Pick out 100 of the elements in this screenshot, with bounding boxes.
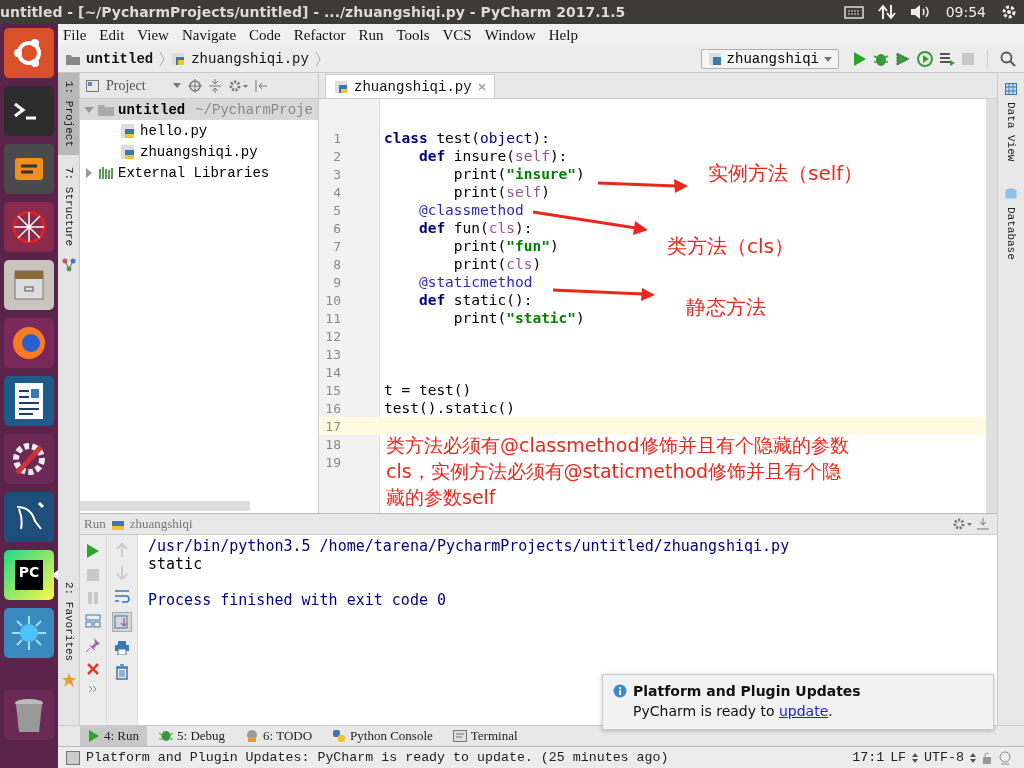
editor-icon[interactable] (4, 144, 54, 194)
tool-window-tab[interactable]: 5: Debug (151, 726, 234, 746)
search-icon[interactable] (1000, 51, 1016, 67)
expand-arrow-icon[interactable] (84, 104, 94, 115)
tree-item[interactable]: untitled (118, 101, 186, 118)
window-title: untitled - [~/PycharmProjects/untitled] - .../zhuangshiqi.py - PyCharm 2017.1.5 (0, 4, 626, 20)
side-tab[interactable]: 1: Project (58, 73, 79, 155)
side-tab[interactable]: Data View (1005, 98, 1017, 166)
editor-tab[interactable]: zhuangshiqi.py (325, 74, 495, 98)
python-file-icon (334, 79, 348, 94)
line-number: 12 (324, 328, 341, 344)
status-message[interactable]: Platform and Plugin Updates: PyCharm is ready to update. (25 minutes ago) (86, 750, 669, 765)
tools-icon[interactable] (4, 434, 54, 484)
menu-item[interactable]: VCS (442, 26, 472, 44)
side-tab[interactable]: Database (1005, 203, 1017, 265)
hierarchy-icon[interactable] (61, 258, 76, 273)
splash-icon[interactable] (4, 608, 54, 658)
code-line: def static(): (417, 292, 533, 308)
menu-item[interactable]: Refactor (293, 26, 346, 44)
file-encoding[interactable]: UTF-8 (924, 750, 964, 765)
bug-icon[interactable] (873, 51, 889, 67)
tool-window-tab[interactable]: 6: TODO (237, 726, 321, 746)
lock-icon[interactable] (982, 751, 992, 764)
menu-item[interactable]: Run (358, 26, 384, 44)
panel-title[interactable]: Project (106, 77, 146, 94)
tree-item[interactable]: hello.py (140, 122, 208, 139)
settings-icon[interactable] (1000, 3, 1018, 21)
web-icon[interactable] (4, 202, 54, 252)
document-icon[interactable] (4, 376, 54, 426)
panel-toggle-icon[interactable] (66, 750, 80, 765)
menu-item[interactable]: Tools (396, 26, 430, 44)
print-icon[interactable] (114, 641, 130, 655)
caret-position[interactable]: 17:1 (852, 750, 885, 765)
menu-item[interactable]: View (137, 26, 169, 44)
menu-item[interactable]: File (63, 26, 87, 44)
code-line: @classmethod (417, 202, 524, 218)
code-line: print("insure") (452, 166, 585, 182)
layout-icon[interactable] (85, 614, 101, 628)
run-icon[interactable] (86, 543, 100, 559)
up-down-icon[interactable] (912, 752, 919, 763)
scroll-end-icon[interactable] (112, 612, 132, 632)
pc-logo-icon[interactable]: PC (4, 550, 54, 600)
dolphin-icon[interactable] (4, 492, 54, 542)
grid-icon[interactable] (1005, 83, 1017, 95)
collapse-icon[interactable] (208, 78, 221, 93)
profile-icon[interactable] (917, 51, 933, 67)
speaker-icon[interactable] (909, 4, 932, 20)
trash-icon[interactable] (4, 690, 54, 740)
gear-icon[interactable] (227, 78, 248, 93)
star-icon[interactable] (61, 673, 76, 687)
more-icon[interactable] (88, 685, 98, 693)
clock-time[interactable]: 09:54 (945, 4, 986, 20)
line-separator[interactable]: LF (890, 750, 907, 765)
network-arrows-icon[interactable] (877, 4, 896, 20)
todo-icon (245, 729, 260, 743)
scrollbar[interactable] (80, 501, 250, 511)
menu-item[interactable]: Help (548, 26, 578, 44)
up-down-icon[interactable] (970, 752, 976, 763)
coverage-icon[interactable] (895, 51, 911, 67)
list-run-icon[interactable] (939, 51, 955, 67)
drawer-icon[interactable] (4, 260, 54, 310)
circle-logo-icon[interactable] (4, 28, 54, 78)
breadcrumb[interactable]: zhuangshiqi.py (191, 51, 309, 67)
run-configuration-dropdown[interactable]: zhuangshiqi (700, 49, 839, 69)
close-icon[interactable] (477, 82, 486, 91)
console-output-line: static (148, 555, 204, 573)
terminal-icon[interactable] (4, 86, 54, 136)
run-icon[interactable] (853, 51, 867, 67)
pin-icon[interactable] (85, 637, 101, 653)
hide-panel-icon[interactable] (254, 79, 267, 92)
close-icon[interactable] (86, 662, 100, 676)
tool-window-tab[interactable]: Terminal (444, 726, 526, 746)
run-config-name[interactable]: zhuangshiqi (129, 516, 193, 532)
trash-icon[interactable] (115, 664, 129, 680)
bars-icon (98, 166, 114, 179)
tool-window-tab[interactable]: 4: Run (80, 726, 148, 746)
info-icon (613, 684, 627, 698)
scrollbar[interactable] (986, 99, 997, 513)
menu-item[interactable]: Edit (99, 26, 125, 44)
update-link[interactable]: update (778, 703, 829, 719)
breadcrumb[interactable]: untitled (86, 51, 154, 67)
menu-item[interactable]: Navigate (181, 26, 237, 44)
menu-item[interactable]: Code (249, 26, 281, 44)
browser-icon[interactable] (4, 318, 54, 368)
minimize-icon[interactable] (977, 518, 989, 530)
tree-item[interactable]: zhuangshiqi.py (140, 143, 258, 160)
wrap-icon[interactable] (114, 589, 130, 603)
side-tab[interactable]: 7: Structure (62, 163, 75, 251)
menu-item[interactable]: Window (484, 26, 536, 44)
notification-title: Platform and Plugin Updates (633, 683, 861, 699)
tool-window-tab[interactable]: Python Console (324, 726, 441, 746)
folder-icon (98, 103, 114, 116)
tree-item[interactable]: External Libraries (118, 164, 270, 181)
crosshair-icon[interactable] (187, 78, 202, 93)
code-line: test().static() (384, 400, 515, 416)
gear-icon[interactable] (952, 517, 972, 531)
caret-icon[interactable] (172, 83, 181, 88)
keyboard-icon[interactable] (843, 5, 864, 19)
expand-arrow-icon[interactable] (84, 167, 94, 178)
side-tab[interactable]: 2: Favorites (62, 577, 75, 665)
